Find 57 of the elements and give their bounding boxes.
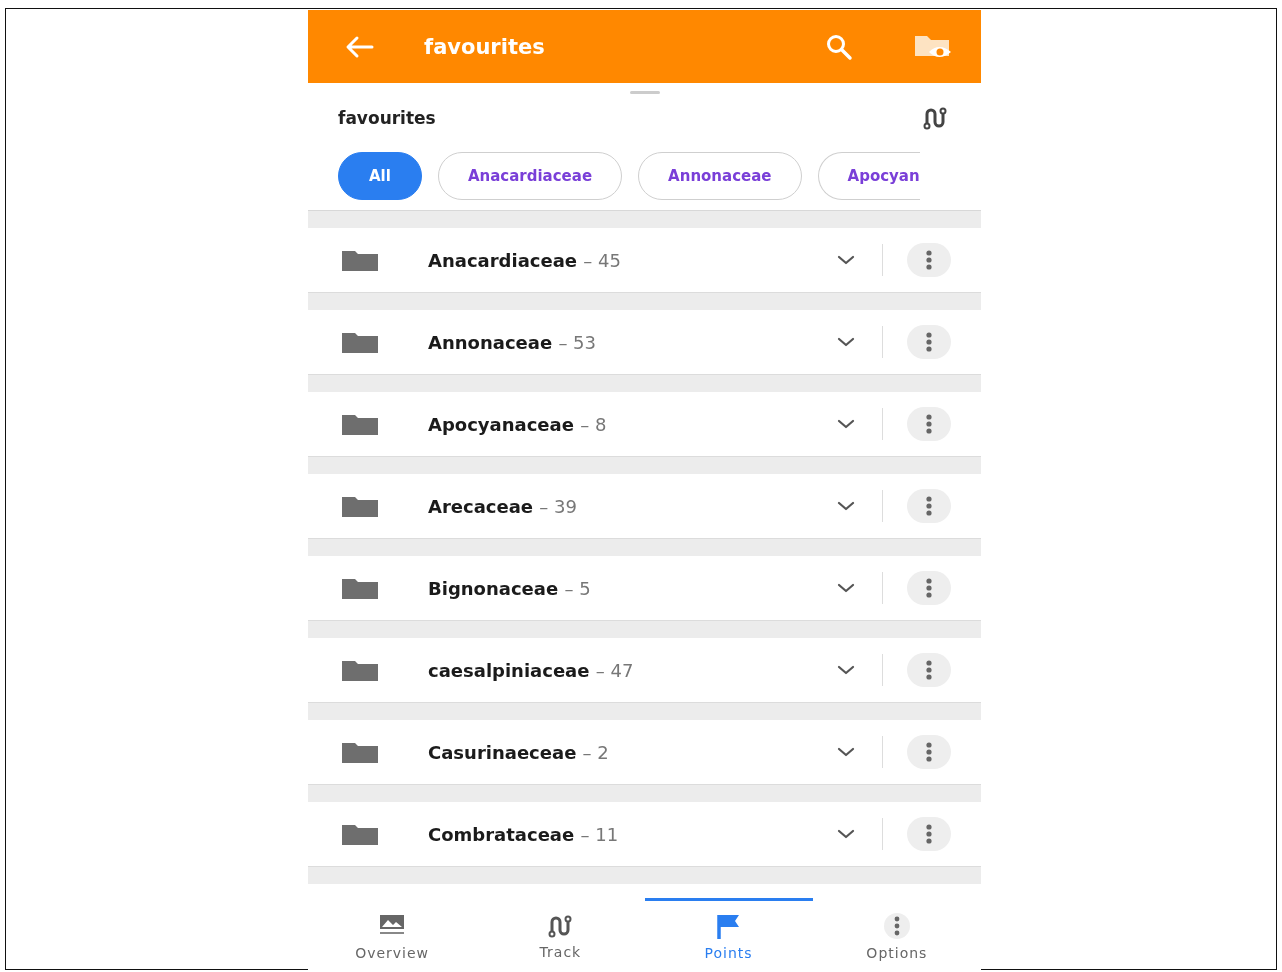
more-button[interactable] xyxy=(907,571,951,605)
folder-icon xyxy=(341,248,379,272)
folder-name: Arecaceae – 39 xyxy=(428,495,578,517)
chevron-down-icon[interactable] xyxy=(836,417,856,431)
folder-name: Apocyanaceae – 8 xyxy=(428,413,608,435)
more-button[interactable] xyxy=(907,243,951,277)
chevron-down-icon[interactable] xyxy=(836,335,856,349)
folder-icon xyxy=(341,822,379,846)
more-vertical-icon xyxy=(925,332,933,352)
chevron-down-icon[interactable] xyxy=(836,253,856,267)
folder-name: caesalpiniaceae – 47 xyxy=(428,659,635,681)
filter-chip[interactable]: All xyxy=(338,152,422,200)
chevron-down-icon[interactable] xyxy=(836,499,856,513)
folder-icon xyxy=(341,494,379,518)
folder-name: Anacardiaceae – 45 xyxy=(428,249,622,271)
more-vertical-icon xyxy=(925,742,933,762)
folder-name: Casurinaeceae – 2 xyxy=(428,741,610,763)
more-vertical-icon xyxy=(925,824,933,844)
more-button[interactable] xyxy=(907,325,951,359)
more-button[interactable] xyxy=(907,653,951,687)
more-icon xyxy=(882,913,911,940)
more-vertical-icon xyxy=(925,414,933,434)
folder-icon xyxy=(341,658,379,682)
chevron-down-icon[interactable] xyxy=(836,663,856,677)
folder-row[interactable]: Anacardiaceae – 45 xyxy=(308,228,981,293)
route-icon[interactable] xyxy=(921,106,949,130)
more-button[interactable] xyxy=(907,817,951,851)
more-vertical-icon xyxy=(925,250,933,270)
filter-chip[interactable]: Anacardiaceae xyxy=(437,152,623,200)
chevron-down-icon[interactable] xyxy=(836,581,856,595)
app-bar-title: favourites xyxy=(424,34,546,59)
more-button[interactable] xyxy=(907,407,951,441)
folder-name: Combrataceae – 11 xyxy=(428,823,620,845)
folder-row[interactable]: Arecaceae – 39 xyxy=(308,474,981,539)
folder-row[interactable]: Apocyanaceae – 8 xyxy=(308,392,981,457)
sheet-title: favourites xyxy=(338,108,436,128)
folder-name: Annonaceae – 53 xyxy=(428,331,598,353)
folder-row[interactable]: Combrataceae – 11 xyxy=(308,802,981,867)
folder-icon xyxy=(341,576,379,600)
folder-row[interactable]: Annonaceae – 53 xyxy=(308,310,981,375)
folder-row[interactable]: Bignonaceae – 5 xyxy=(308,556,981,621)
more-button[interactable] xyxy=(907,489,951,523)
more-vertical-icon xyxy=(925,578,933,598)
filter-chip[interactable]: Annonaceae xyxy=(638,152,802,200)
more-button[interactable] xyxy=(907,735,951,769)
folder-row[interactable]: Casurinaeceae – 2 xyxy=(308,720,981,785)
folder-icon xyxy=(341,330,379,354)
drag-handle[interactable] xyxy=(629,91,660,94)
chevron-down-icon[interactable] xyxy=(836,827,856,841)
more-vertical-icon xyxy=(925,496,933,516)
more-vertical-icon xyxy=(925,660,933,680)
filter-chip[interactable]: Apocyan xyxy=(817,152,920,200)
folder-icon xyxy=(341,412,379,436)
chevron-down-icon[interactable] xyxy=(836,745,856,759)
folder-row[interactable]: caesalpiniaceae – 47 xyxy=(308,638,981,703)
folder-name: Bignonaceae – 5 xyxy=(428,577,592,599)
folder-icon xyxy=(341,740,379,764)
